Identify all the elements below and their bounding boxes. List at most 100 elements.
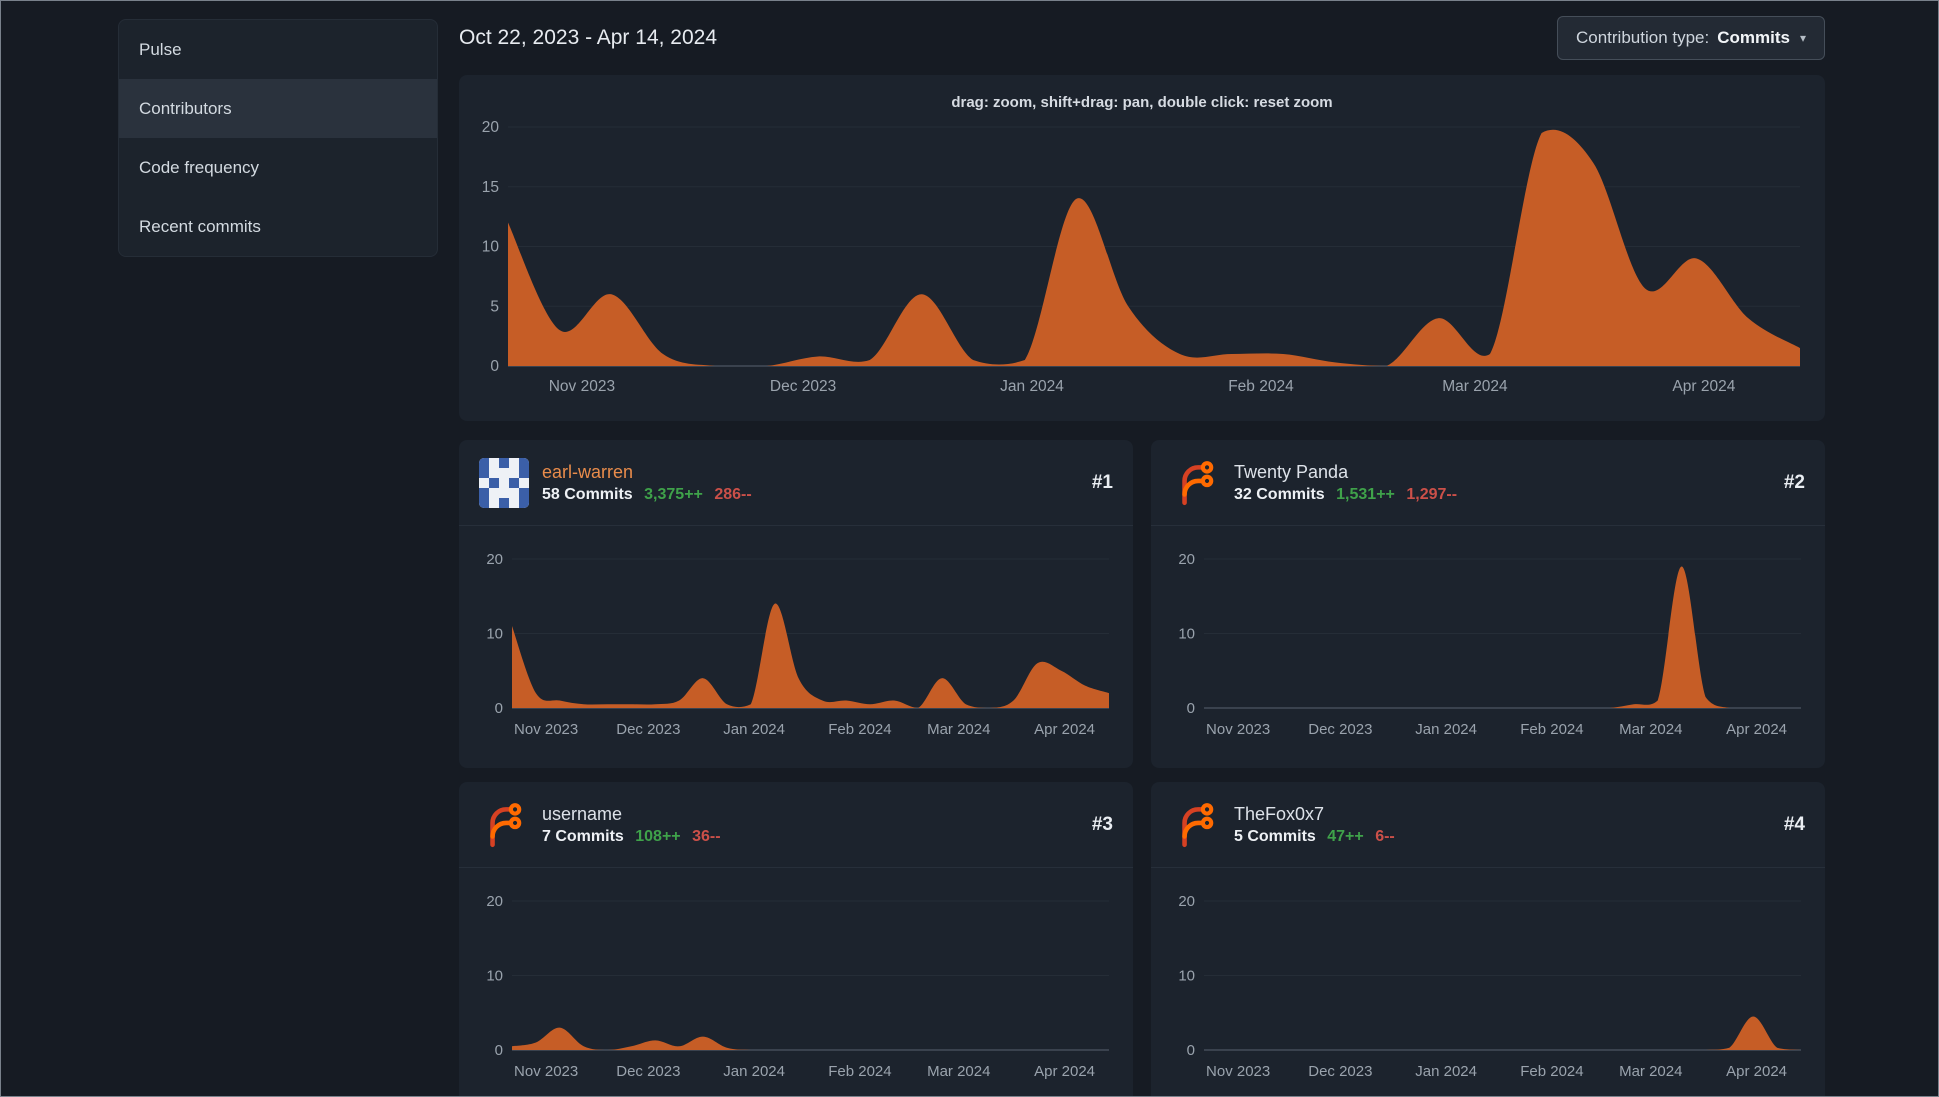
deletions-count: 36-- — [692, 827, 721, 845]
svg-text:10: 10 — [1178, 968, 1195, 985]
forgejo-logo-icon — [1182, 802, 1214, 847]
app-window: Pulse Contributors Code frequency Recent… — [0, 0, 1939, 1097]
overall-activity-card: drag: zoom, shift+drag: pan, double clic… — [459, 75, 1825, 421]
svg-text:Apr 2024: Apr 2024 — [1726, 721, 1787, 738]
commit-count: 5 Commits — [1234, 827, 1316, 845]
svg-text:10: 10 — [482, 239, 500, 256]
svg-text:10: 10 — [1178, 626, 1195, 643]
contribution-type-label: Contribution type: — [1575, 28, 1710, 47]
svg-text:Nov 2023: Nov 2023 — [514, 1063, 578, 1080]
contributor-card: TheFox0x7 5 Commits 47++ 6-- #4 0 10 20 Nov… — [1151, 782, 1825, 1097]
sidebar-item-contributors[interactable]: Contributors — [119, 79, 437, 138]
contributor-activity-chart[interactable]: 0 10 20 Nov 2023 Dec 2023 Jan 2024 Feb 2024 Mar… — [1151, 526, 1825, 764]
contributors-grid: earl-warren 58 Commits 3,375++ 286-- #1 … — [459, 440, 1825, 1097]
svg-text:Mar 2024: Mar 2024 — [927, 1063, 990, 1080]
svg-text:Feb 2024: Feb 2024 — [1228, 378, 1294, 395]
svg-text:0: 0 — [495, 700, 503, 717]
svg-text:Jan 2024: Jan 2024 — [723, 721, 785, 738]
contributor-info: earl-warren 58 Commits 3,375++ 286-- — [542, 462, 752, 504]
sidebar-item-code-frequency[interactable]: Code frequency — [119, 138, 437, 197]
contribution-type-dropdown[interactable]: Contribution type: Commits ▾ — [1556, 16, 1825, 60]
commit-count: 32 Commits — [1234, 485, 1325, 503]
svg-text:Mar 2024: Mar 2024 — [1619, 1063, 1682, 1080]
svg-text:0: 0 — [1187, 700, 1195, 717]
svg-text:0: 0 — [1187, 1042, 1195, 1059]
contributor-stats: 5 Commits 47++ 6-- — [1234, 828, 1395, 846]
deletions-count: 286-- — [714, 485, 752, 503]
svg-text:20: 20 — [1178, 551, 1195, 568]
additions-count: 1,531++ — [1336, 485, 1395, 503]
commit-count: 7 Commits — [542, 827, 624, 845]
svg-text:10: 10 — [486, 626, 503, 643]
main-content: Oct 22, 2023 - Apr 14, 2024 Contribution… — [459, 1, 1825, 1097]
svg-text:Apr 2024: Apr 2024 — [1726, 1063, 1787, 1080]
svg-text:20: 20 — [486, 551, 503, 568]
svg-text:20: 20 — [1178, 893, 1195, 910]
svg-text:Dec 2023: Dec 2023 — [616, 1063, 680, 1080]
contribution-type-value: Commits — [1717, 28, 1790, 47]
chart-zoom-hint: drag: zoom, shift+drag: pan, double clic… — [951, 94, 1333, 111]
svg-text:0: 0 — [490, 358, 499, 375]
contributor-card: username 7 Commits 108++ 36-- #3 0 10 20 No… — [459, 782, 1133, 1097]
forgejo-logo-icon — [490, 802, 522, 847]
contributor-rank-badge: #3 — [1091, 813, 1113, 835]
svg-text:Nov 2023: Nov 2023 — [1206, 1063, 1270, 1080]
main-activity-chart[interactable]: 0 5 10 15 20 Nov 2023 Dec 2023 Jan 2024 Feb 2024… — [459, 121, 1825, 421]
additions-count: 3,375++ — [644, 485, 703, 503]
contributor-activity-chart[interactable]: 0 10 20 Nov 2023 Dec 2023 Jan 2024 Feb 2024 Mar… — [459, 526, 1133, 764]
commit-count: 58 Commits — [542, 485, 633, 503]
svg-text:Feb 2024: Feb 2024 — [1520, 721, 1583, 738]
svg-text:Nov 2023: Nov 2023 — [549, 378, 615, 395]
svg-text:5: 5 — [490, 298, 499, 315]
svg-text:Feb 2024: Feb 2024 — [828, 721, 891, 738]
contributor-name: TheFox0x7 — [1234, 803, 1325, 824]
svg-text:Feb 2024: Feb 2024 — [1520, 1063, 1583, 1080]
contributor-info: Twenty Panda 32 Commits 1,531++ 1,297-- — [1234, 462, 1457, 504]
additions-count: 108++ — [635, 827, 681, 845]
svg-text:Nov 2023: Nov 2023 — [1206, 721, 1270, 738]
svg-text:15: 15 — [482, 179, 499, 196]
contributor-stats: 58 Commits 3,375++ 286-- — [542, 486, 752, 504]
deletions-count: 6-- — [1375, 827, 1395, 845]
contributor-rank-badge: #2 — [1783, 471, 1805, 493]
deletions-count: 1,297-- — [1406, 485, 1458, 503]
contributor-rank-badge: #1 — [1091, 471, 1113, 493]
svg-text:Mar 2024: Mar 2024 — [1442, 378, 1508, 395]
sidebar-item-recent-commits[interactable]: Recent commits — [119, 197, 437, 256]
svg-text:Dec 2023: Dec 2023 — [1308, 721, 1372, 738]
svg-text:Feb 2024: Feb 2024 — [828, 1063, 891, 1080]
sidebar-item-pulse[interactable]: Pulse — [119, 20, 437, 79]
svg-text:Jan 2024: Jan 2024 — [1415, 721, 1477, 738]
contributor-name-link[interactable]: earl-warren — [542, 462, 752, 483]
contributor-card: Twenty Panda 32 Commits 1,531++ 1,297-- … — [1151, 440, 1825, 768]
contributor-activity-chart[interactable]: 0 10 20 Nov 2023 Dec 2023 Jan 2024 Feb 2024 Mar… — [1151, 868, 1825, 1097]
contributor-activity-chart[interactable]: 0 10 20 Nov 2023 Dec 2023 Jan 2024 Feb 2024 Mar… — [459, 868, 1133, 1097]
svg-text:10: 10 — [486, 968, 503, 985]
svg-text:Jan 2024: Jan 2024 — [1415, 1063, 1477, 1080]
contributor-card-header: Twenty Panda 32 Commits 1,531++ 1,297-- … — [1151, 440, 1825, 526]
svg-text:20: 20 — [482, 121, 500, 136]
contributor-name: username — [542, 803, 623, 824]
svg-text:Apr 2024: Apr 2024 — [1672, 378, 1735, 395]
contributor-info: TheFox0x7 5 Commits 47++ 6-- — [1234, 804, 1395, 846]
contributor-card-header: username 7 Commits 108++ 36-- #3 — [459, 782, 1133, 868]
contributor-rank-badge: #4 — [1783, 813, 1805, 835]
contributor-stats: 7 Commits 108++ 36-- — [542, 828, 721, 846]
identicon-avatar — [479, 457, 529, 508]
topbar: Oct 22, 2023 - Apr 14, 2024 Contribution… — [459, 1, 1825, 75]
svg-text:Mar 2024: Mar 2024 — [927, 721, 990, 738]
svg-text:Dec 2023: Dec 2023 — [616, 721, 680, 738]
svg-text:Jan 2024: Jan 2024 — [1000, 378, 1064, 395]
activity-nav-menu: Pulse Contributors Code frequency Recent… — [118, 19, 438, 257]
svg-text:Apr 2024: Apr 2024 — [1034, 721, 1095, 738]
svg-text:Nov 2023: Nov 2023 — [514, 721, 578, 738]
forgejo-logo-icon — [1182, 460, 1214, 505]
svg-text:Dec 2023: Dec 2023 — [1308, 1063, 1372, 1080]
contributor-card-header: earl-warren 58 Commits 3,375++ 286-- #1 — [459, 440, 1133, 526]
svg-text:Apr 2024: Apr 2024 — [1034, 1063, 1095, 1080]
contributor-info: username 7 Commits 108++ 36-- — [542, 804, 721, 846]
chevron-down-icon: ▾ — [1799, 31, 1806, 45]
svg-text:Mar 2024: Mar 2024 — [1619, 721, 1682, 738]
additions-count: 47++ — [1327, 827, 1364, 845]
contributor-stats: 32 Commits 1,531++ 1,297-- — [1234, 486, 1457, 504]
